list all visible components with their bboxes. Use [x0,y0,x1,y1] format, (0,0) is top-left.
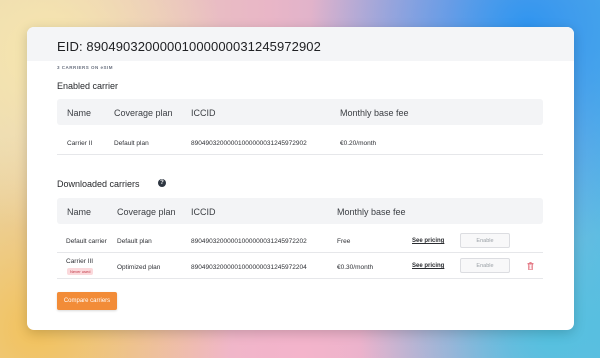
col-iccid: ICCID [191,108,216,118]
row-divider [57,278,543,279]
coverage-plan: Default plan [117,238,152,245]
trash-icon[interactable] [527,262,534,270]
coverage-plan: Optimized plan [117,264,161,271]
enable-button[interactable]: Enable [460,258,510,273]
col-name: Name [67,207,92,217]
see-pricing-link[interactable]: See pricing [412,263,444,269]
enabled-table-header: Name Coverage plan ICCID Monthly base fe… [57,99,543,125]
row-divider [57,154,543,155]
downloaded-carriers-heading: Downloaded carriers [57,179,140,189]
see-pricing-link[interactable]: See pricing [412,238,444,244]
iccid: 89049032000001000000031245972202 [191,238,307,245]
col-fee: Monthly base fee [337,207,406,217]
compare-carriers-button[interactable]: Compare carriers [57,292,117,310]
col-fee: Monthly base fee [340,108,409,118]
monthly-fee: €0.20/month [340,140,377,147]
col-name: Name [67,108,92,118]
monthly-fee: Free [337,238,351,245]
iccid: 89049032000001000000031245972902 [191,140,307,147]
monthly-fee: €0.30/month [337,264,374,271]
col-coverage: Coverage plan [117,207,176,217]
help-icon[interactable]: ? [158,179,166,187]
carrier-name: Carrier II [67,140,93,147]
enable-button[interactable]: Enable [460,233,510,248]
col-coverage: Coverage plan [114,108,173,118]
enabled-carrier-heading: Enabled carrier [57,81,119,91]
card-header: EID: 89049032000001000000031245972902 [27,27,574,61]
never-used-badge: Never used [67,268,94,275]
row-divider [57,252,543,253]
esim-card: EID: 89049032000001000000031245972902 3 … [27,27,574,330]
col-iccid: ICCID [191,207,216,217]
carrier-name: Default carrier [66,238,107,245]
eid-title: EID: 89049032000001000000031245972902 [57,39,321,54]
iccid: 89049032000001000000031245972204 [191,264,307,271]
downloaded-table-header: Name Coverage plan ICCID Monthly base fe… [57,198,543,224]
coverage-plan: Default plan [114,140,149,147]
carrier-name: Carrier III [66,258,94,265]
carriers-count-label: 3 CARRIERS ON eSIM [57,65,114,70]
